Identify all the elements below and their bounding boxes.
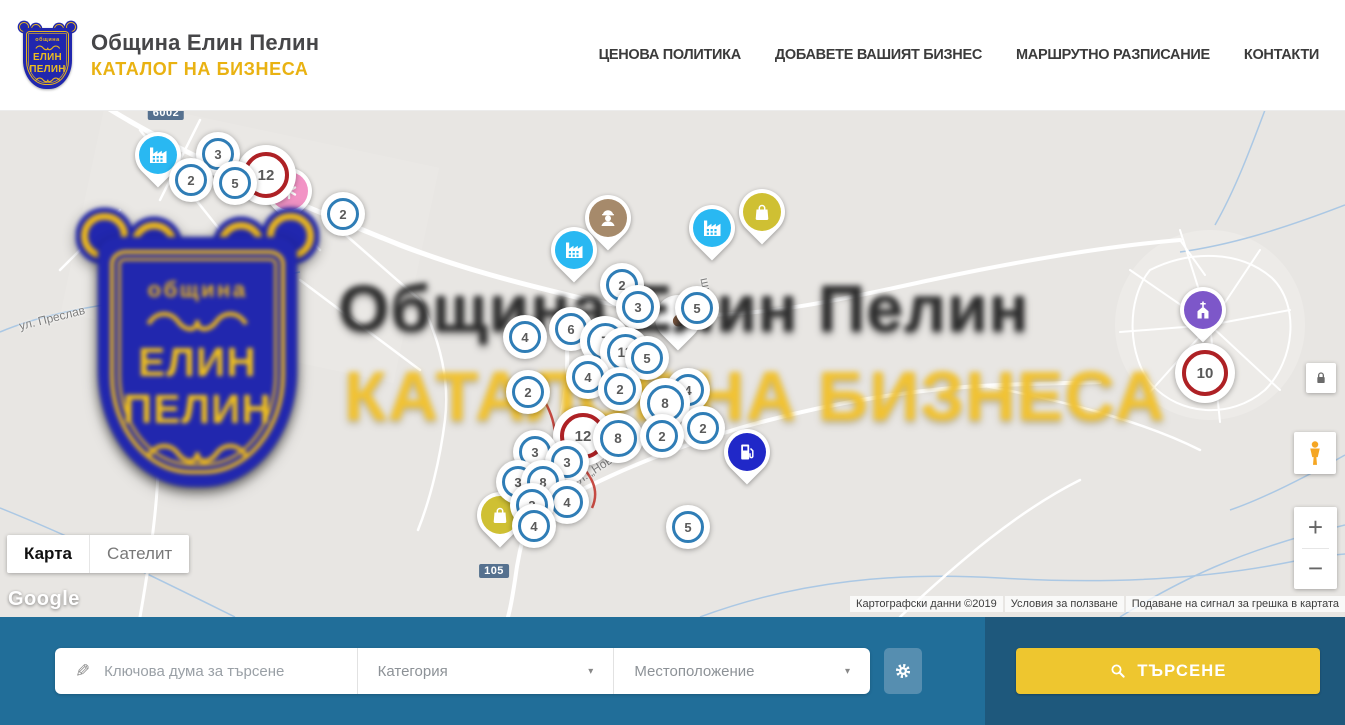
nav-add-your-business[interactable]: ДОБАВЕТЕ ВАШИЯТ БИЗНЕС [775,47,982,63]
watermark-emblem: общинаЕЛИНПЕЛИН [85,212,310,487]
search-button[interactable]: ТЪРСЕНЕ [1016,648,1320,694]
advanced-settings-button[interactable] [884,648,922,694]
map-cluster-marker[interactable]: 2 [169,158,213,202]
google-logo[interactable]: Google [8,588,80,611]
map-canvas[interactable]: 6002105ул. Преславбул. „Новоселщи Община… [0,110,1345,617]
watermark-subtitle: КАТАЛОГ НА БИЗНЕСА [344,356,1166,436]
zoom-in-button[interactable]: + [1294,507,1337,548]
map-cluster-marker[interactable]: 2 [681,406,725,450]
chevron-down-icon: ▾ [588,666,593,677]
pencil-icon: ✎ [75,661,90,682]
zoom-control: + − [1294,507,1337,589]
chevron-down-icon: ▾ [845,666,850,677]
map-cluster-marker[interactable]: 2 [598,367,642,411]
category-select[interactable]: Категория ▾ [358,648,615,694]
elin-pelin-coat-of-arms: общинаЕЛИНПЕЛИН [85,212,310,487]
map-cluster-marker[interactable]: 5 [675,286,719,330]
lock-icon [1311,368,1331,388]
gear-icon [892,660,914,682]
map-type-satellite-button[interactable]: Сателит [89,535,189,573]
map-type-map-button[interactable]: Карта [7,535,89,573]
nav-pricing-policy[interactable]: ЦЕНОВА ПОЛИТИКА [599,47,741,63]
location-select-label: Местоположение [634,663,754,680]
search-icon [1109,662,1127,680]
street-view-pegman-button[interactable] [1294,432,1336,474]
map-cluster-marker[interactable]: 8 [593,413,643,463]
nav-route-schedule[interactable]: МАРШРУТНО РАЗПИСАНИЕ [1016,47,1210,63]
map-cluster-marker[interactable]: 2 [321,192,365,236]
site-title: Община Елин Пелин [91,30,319,56]
municipality-emblem-logo: общинаЕЛИНПЕЛИН [20,21,75,88]
elin-pelin-coat-of-arms: общинаЕЛИНПЕЛИН [20,21,75,88]
zoom-out-button[interactable]: − [1294,548,1337,589]
site-subtitle: КАТАЛОГ НА БИЗНЕСА [91,59,319,80]
attribution-report-link[interactable]: Подаване на сигнал за грешка в картата [1126,596,1345,612]
site-header: общинаЕЛИНПЕЛИН Община Елин Пелин КАТАЛО… [0,0,1345,111]
search-input-group: ✎ Категория ▾ Местоположение ▾ [55,648,870,694]
map-cluster-marker[interactable]: 5 [666,505,710,549]
nav-contacts[interactable]: КОНТАКТИ [1244,47,1319,63]
pegman-icon [1300,438,1330,468]
map-cluster-marker[interactable]: 2 [640,414,684,458]
map-cluster-marker[interactable]: 2 [506,370,550,414]
search-bar: ✎ Категория ▾ Местоположение ▾ [0,617,1345,725]
keyword-search-input[interactable] [102,662,357,681]
lock-button[interactable] [1306,363,1336,393]
keyword-section: ✎ [55,648,358,694]
search-button-label: ТЪРСЕНЕ [1137,662,1226,681]
category-select-label: Категория [378,663,448,680]
site-logo[interactable]: общинаЕЛИНПЕЛИН Община Елин Пелин КАТАЛО… [20,21,319,88]
attribution-copyright: Картографски данни ©2019 [850,596,1003,612]
location-select[interactable]: Местоположение ▾ [614,648,870,694]
main-nav: ЦЕНОВА ПОЛИТИКА ДОБАВЕТЕ ВАШИЯТ БИЗНЕС М… [599,47,1319,63]
map-cluster-marker[interactable]: 5 [213,161,257,205]
map-attribution: Картографски данни ©2019 Условия за полз… [850,596,1345,612]
map-type-control: Карта Сателит [7,535,189,573]
attribution-terms-link[interactable]: Условия за ползване [1005,596,1124,612]
map-cluster-marker[interactable]: 4 [512,504,556,548]
map-cluster-marker[interactable]: 10 [1175,343,1235,403]
map-cluster-marker[interactable]: 4 [503,315,547,359]
